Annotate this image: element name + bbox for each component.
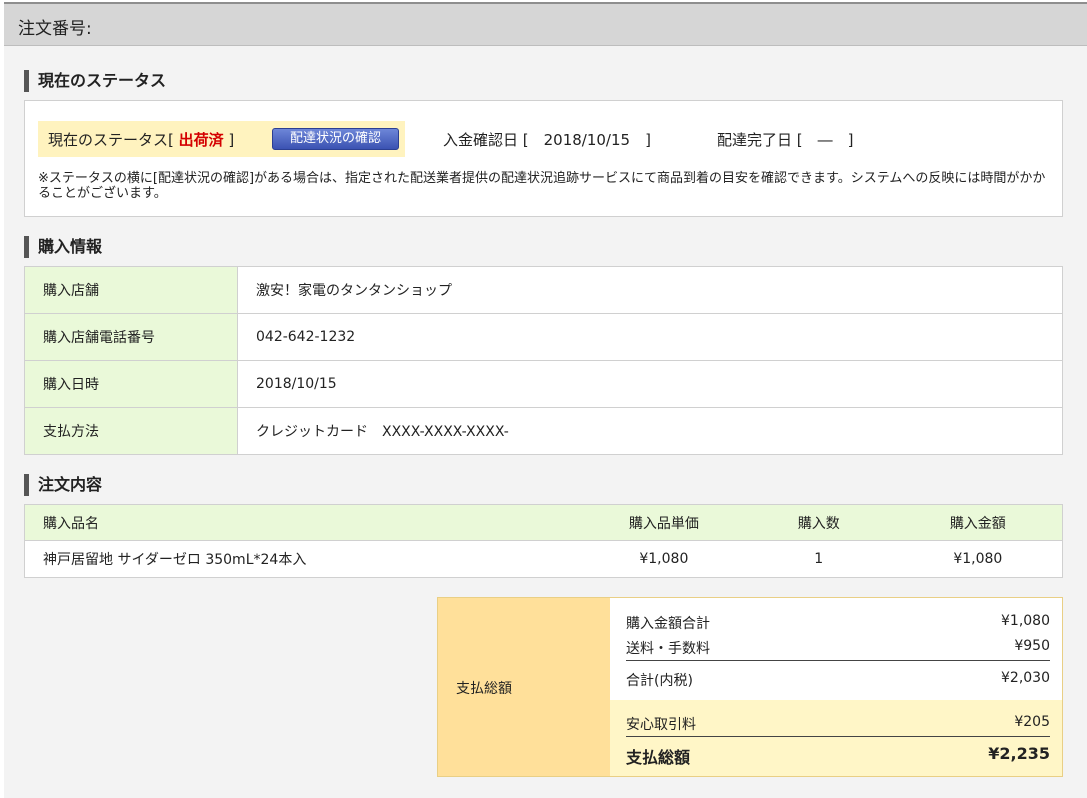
info-label: 支払方法 xyxy=(24,407,238,455)
summary-breakdown: 購入金額合計 ¥1,080 送料・手数料 ¥950 合計(内税) ¥2,030 … xyxy=(610,598,1062,776)
shipping-label: 送料・手数料 xyxy=(626,641,710,657)
grand-total-value: ¥2,235 xyxy=(988,744,1050,763)
total-value: ¥2,030 xyxy=(1001,670,1050,686)
summary-label: 支払総額 xyxy=(456,681,512,697)
info-label: 購入日時 xyxy=(24,360,238,408)
item-amount: ¥1,080 xyxy=(893,540,1063,578)
payment-confirmed-date: 入金確認日 [ 2018/10/15 ] xyxy=(443,131,651,149)
purchase-info-heading: 購入情報 xyxy=(24,236,102,258)
order-detail-panel: 注文番号: 現在のステータス 現在のステータス[ 出荷済 ] 配達状況の確認 入… xyxy=(4,2,1087,798)
status-note: ※ステータスの横に[配達状況の確認]がある場合は、指定された配送業者提供の配達状… xyxy=(38,171,1046,201)
safety-fee-label: 安心取引料 xyxy=(626,717,696,733)
subtotal-value: ¥1,080 xyxy=(1001,613,1050,629)
status-prefix: 現在のステータス[ xyxy=(48,131,179,149)
delivery-tracking-button[interactable]: 配達状況の確認 xyxy=(272,128,399,150)
total-label: 合計(内税) xyxy=(626,673,693,689)
payment-summary: 支払総額 購入金額合計 ¥1,080 送料・手数料 ¥950 合計(内税) ¥2… xyxy=(437,597,1063,777)
total-row: 合計(内税) ¥2,030 xyxy=(626,670,1050,690)
summary-divider xyxy=(626,660,1050,661)
current-status-highlight: 現在のステータス[ 出荷済 ] 配達状況の確認 xyxy=(38,121,405,157)
column-header-name: 購入品名 xyxy=(23,504,584,541)
info-row-store: 購入店舗 激安！家電のタンタンショップ xyxy=(24,266,1063,314)
safety-fee-value: ¥205 xyxy=(1014,714,1050,730)
summary-fee-area: 安心取引料 ¥205 支払総額 ¥2,235 xyxy=(610,700,1062,776)
status-suffix: ] xyxy=(223,131,235,149)
current-status-label: 現在のステータス[ 出荷済 ] xyxy=(48,129,234,150)
safety-fee-row: 安心取引料 ¥205 xyxy=(626,714,1050,734)
summary-divider xyxy=(626,736,1050,737)
order-items-table: 購入品名 購入品単価 購入数 購入金額 神戸居留地 サイダーゼロ 350mL*2… xyxy=(23,504,1063,578)
status-value: 出荷済 xyxy=(178,131,224,149)
summary-label-cell: 支払総額 xyxy=(438,598,610,776)
column-header-unit-price: 購入品単価 xyxy=(583,504,744,541)
item-qty: 1 xyxy=(743,540,894,578)
purchase-info-table: 購入店舗 激安！家電のタンタンショップ 購入店舗電話番号 042-642-123… xyxy=(24,266,1063,455)
info-row-payment: 支払方法 クレジットカード XXXX-XXXX-XXXX- xyxy=(24,407,1063,455)
title-bar: 注文番号: xyxy=(4,4,1087,46)
grand-total-row: 支払総額 ¥2,235 xyxy=(626,744,1050,768)
subtotal-label: 購入金額合計 xyxy=(626,616,710,632)
info-row-date: 購入日時 2018/10/15 xyxy=(24,360,1063,408)
status-box: 現在のステータス[ 出荷済 ] 配達状況の確認 入金確認日 [ 2018/10/… xyxy=(24,100,1063,217)
delivery-completed-date: 配達完了日 [ ― ] xyxy=(717,131,854,149)
status-section-heading: 現在のステータス xyxy=(24,70,166,92)
column-header-qty: 購入数 xyxy=(743,504,894,541)
shipping-row: 送料・手数料 ¥950 xyxy=(626,638,1050,658)
order-number-title: 注文番号: xyxy=(18,19,92,39)
subtotal-row: 購入金額合計 ¥1,080 xyxy=(626,613,1050,633)
order-contents-heading: 注文内容 xyxy=(24,474,102,496)
info-value: 2018/10/15 xyxy=(237,360,1063,408)
item-unit-price: ¥1,080 xyxy=(583,540,744,578)
info-value: 042-642-1232 xyxy=(237,313,1063,361)
item-name: 神戸居留地 サイダーゼロ 350mL*24本入 xyxy=(23,540,584,578)
info-value: 激安！家電のタンタンショップ xyxy=(237,266,1063,314)
order-table-header: 購入品名 購入品単価 購入数 購入金額 xyxy=(23,504,1063,541)
info-value: クレジットカード XXXX-XXXX-XXXX- xyxy=(237,407,1063,455)
shipping-value: ¥950 xyxy=(1014,638,1050,654)
table-row: 神戸居留地 サイダーゼロ 350mL*24本入 ¥1,080 1 ¥1,080 xyxy=(23,540,1063,578)
grand-total-label: 支払総額 xyxy=(626,748,691,767)
info-label: 購入店舗 xyxy=(24,266,238,314)
info-label: 購入店舗電話番号 xyxy=(24,313,238,361)
column-header-amount: 購入金額 xyxy=(893,504,1063,541)
info-row-phone: 購入店舗電話番号 042-642-1232 xyxy=(24,313,1063,361)
